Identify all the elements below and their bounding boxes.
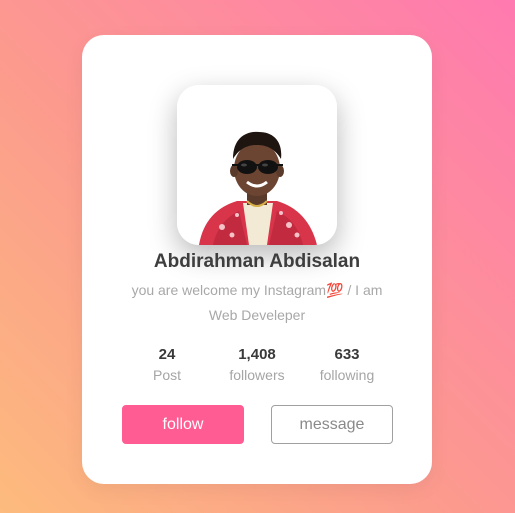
message-button[interactable]: message (271, 405, 393, 444)
stat-following: 633 following (302, 345, 392, 385)
stat-label: followers (229, 367, 285, 383)
stat-value: 633 (334, 346, 360, 363)
profile-card: Abdirahman Abdisalan you are welcome my … (82, 35, 432, 484)
profile-photo-image (177, 85, 337, 245)
stats-row: 24 Post 1,408 followers 633 following (122, 345, 392, 385)
stat-followers: 1,408 followers (212, 345, 302, 385)
stat-posts: 24 Post (122, 345, 212, 385)
stat-value: 1,408 (238, 346, 276, 363)
profile-bio: you are welcome my Instagram💯 / I am Web… (131, 282, 383, 323)
stat-value: 24 (158, 346, 176, 363)
follow-button[interactable]: follow (122, 405, 244, 444)
stat-label: Post (152, 367, 181, 383)
avatar (177, 85, 337, 245)
profile-name: Abdirahman Abdisalan (153, 251, 361, 272)
stat-label: following (319, 367, 375, 383)
